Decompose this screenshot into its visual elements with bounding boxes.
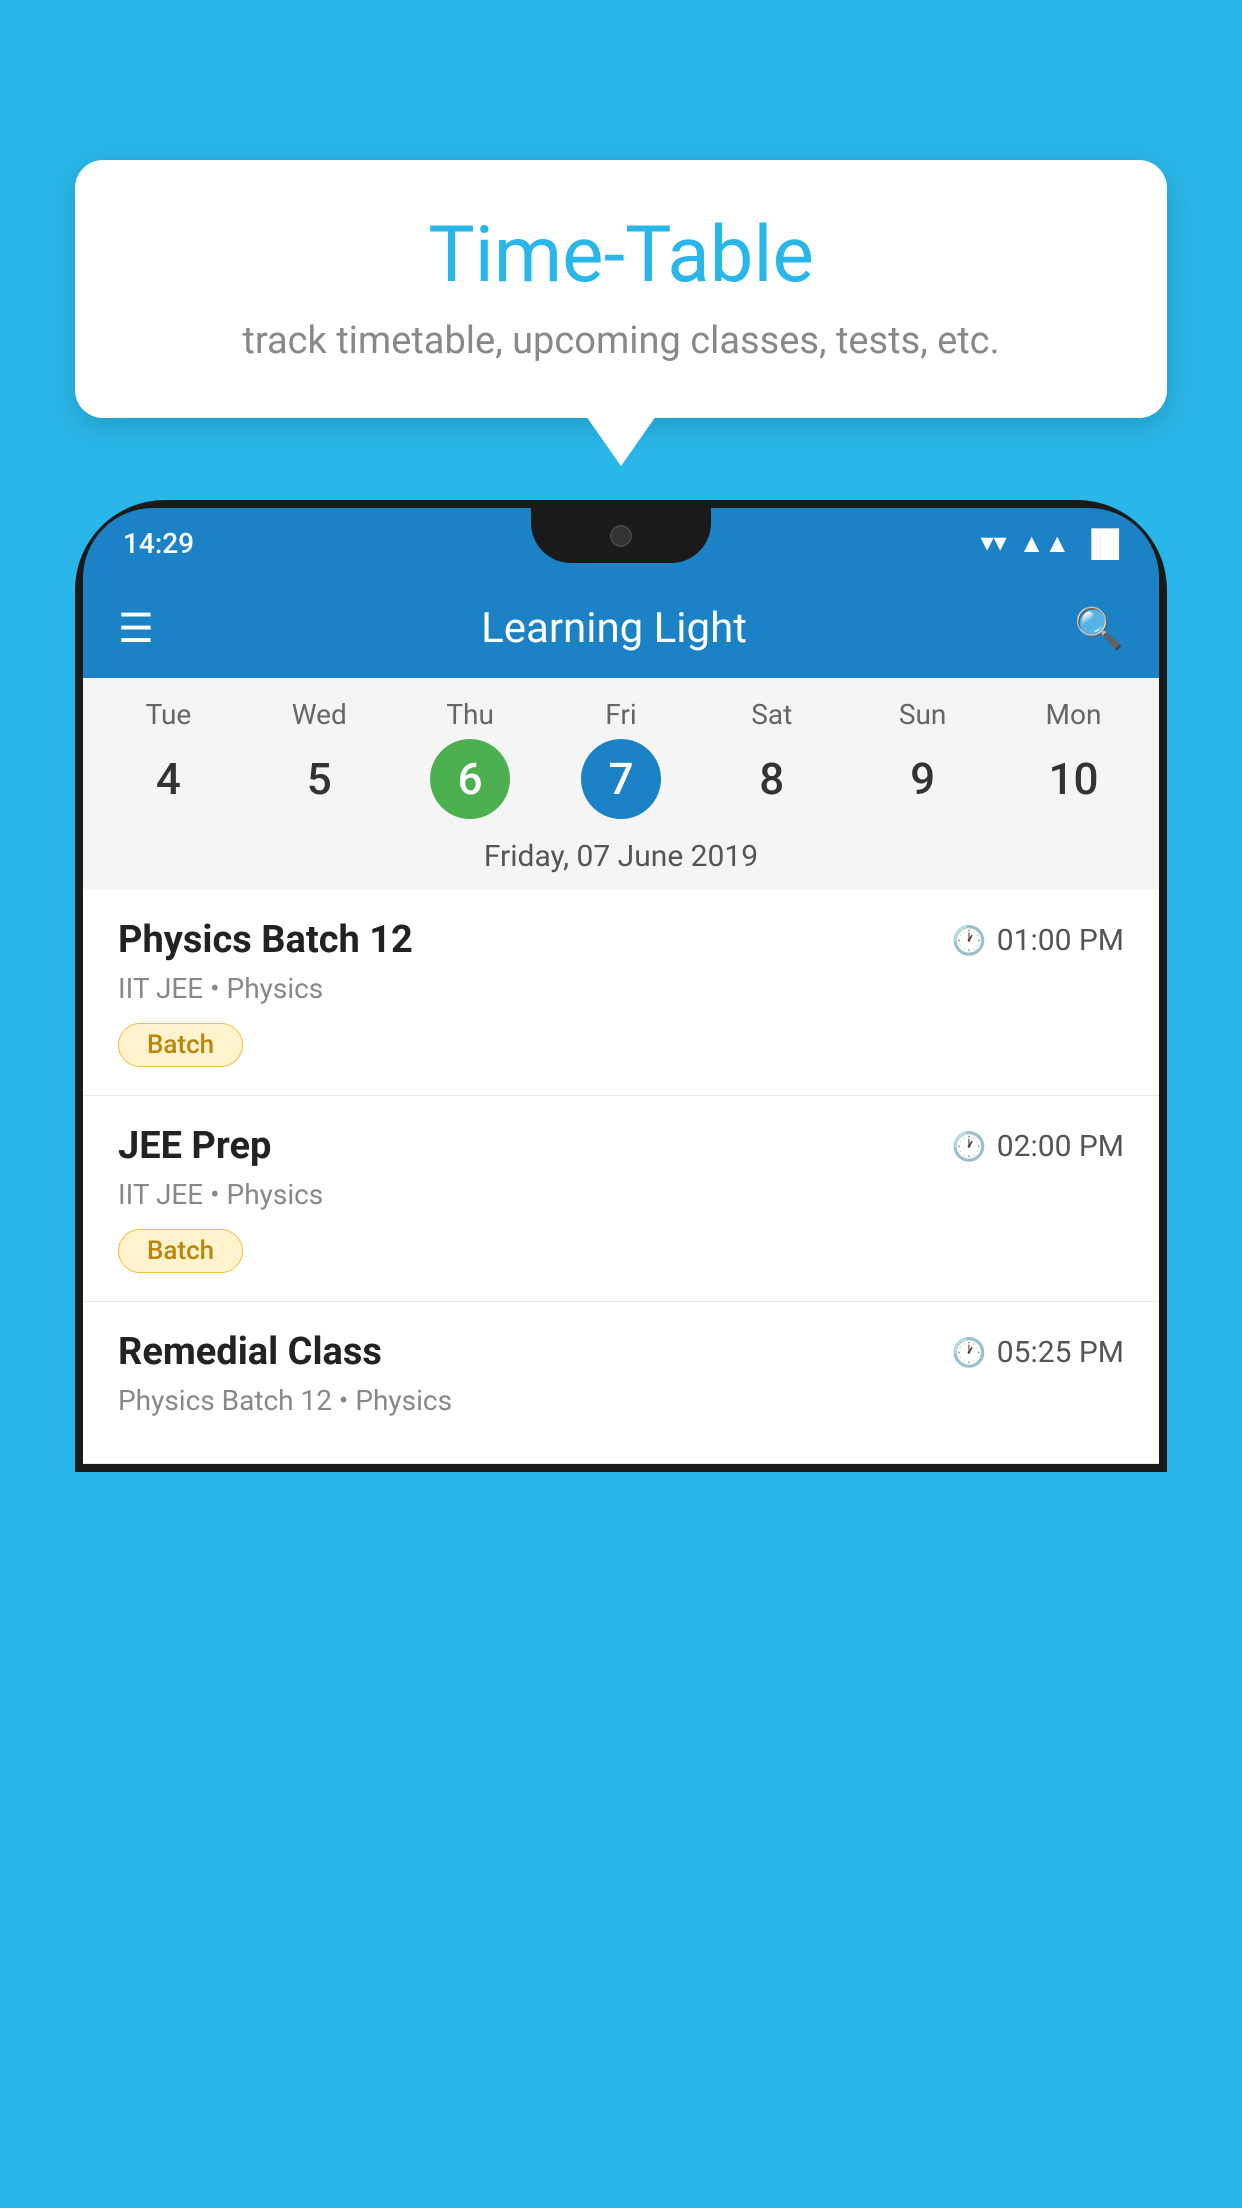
event-meta: IIT JEE • Physics [118, 1178, 1124, 1211]
day-number[interactable]: 5 [279, 739, 359, 819]
day-col-fri[interactable]: Fri 7 [561, 698, 681, 819]
bubble-subtitle: track timetable, upcoming classes, tests… [135, 319, 1107, 363]
clock-icon: 🕐 [952, 1130, 987, 1163]
status-icons: ▾▾ ▲▲ ▐█ [981, 528, 1119, 559]
event-card-top: Remedial Class 🕐 05:25 PM [118, 1330, 1124, 1374]
event-meta: Physics Batch 12 • Physics [118, 1384, 1124, 1417]
day-number[interactable]: 4 [128, 739, 208, 819]
day-name: Thu [446, 698, 494, 731]
selected-date: Friday, 07 June 2019 [83, 827, 1159, 890]
event-time-text: 01:00 PM [997, 923, 1124, 958]
event-name: Physics Batch 12 [118, 918, 413, 962]
event-time-text: 02:00 PM [997, 1129, 1124, 1164]
calendar-section: Tue 4 Wed 5 Thu 6 Fri 7 Sat 8 Sun 9 Mon 10 Friday, 07… [83, 678, 1159, 890]
day-col-thu[interactable]: Thu 6 [410, 698, 530, 819]
day-col-wed[interactable]: Wed 5 [259, 698, 379, 819]
app-bar: ☰ Learning Light 🔍 [83, 578, 1159, 678]
battery-icon: ▐█ [1082, 528, 1119, 559]
day-name: Mon [1046, 698, 1102, 731]
event-tag: Batch [118, 1023, 243, 1067]
event-card-2[interactable]: Remedial Class 🕐 05:25 PM Physics Batch 12 … [83, 1302, 1159, 1464]
day-number[interactable]: 7 [581, 739, 661, 819]
day-col-sun[interactable]: Sun 9 [863, 698, 983, 819]
camera-dot [610, 525, 632, 547]
wifi-icon: ▾▾ [981, 528, 1007, 558]
day-number[interactable]: 6 [430, 739, 510, 819]
day-name: Tue [146, 698, 192, 731]
day-name: Wed [292, 698, 347, 731]
phone-container: 14:29 ▾▾ ▲▲ ▐█ ☰ Learning Light 🔍 Tue4W [75, 500, 1167, 2208]
day-col-sat[interactable]: Sat 8 [712, 698, 832, 819]
clock-icon: 🕐 [952, 924, 987, 957]
phone-inner: ☰ Learning Light 🔍 Tue4Wed5Thu6Fri7Sat8S… [83, 578, 1159, 1464]
phone-outer: 14:29 ▾▾ ▲▲ ▐█ ☰ Learning Light 🔍 Tue4W [75, 500, 1167, 1472]
events-list: Physics Batch 12 🕐 01:00 PM IIT JEE • Physi… [83, 890, 1159, 1464]
event-time: 🕐 02:00 PM [952, 1129, 1124, 1164]
day-number[interactable]: 8 [732, 739, 812, 819]
event-tag: Batch [118, 1229, 243, 1273]
event-card-0[interactable]: Physics Batch 12 🕐 01:00 PM IIT JEE • Physi… [83, 890, 1159, 1096]
day-name: Sat [751, 698, 792, 731]
day-name: Fri [605, 698, 636, 731]
notch [531, 508, 711, 563]
app-bar-title: Learning Light [179, 604, 1049, 653]
hamburger-icon[interactable]: ☰ [118, 605, 154, 652]
search-icon[interactable]: 🔍 [1074, 605, 1124, 652]
event-card-top: Physics Batch 12 🕐 01:00 PM [118, 918, 1124, 962]
day-col-tue[interactable]: Tue 4 [108, 698, 228, 819]
event-meta: IIT JEE • Physics [118, 972, 1124, 1005]
clock-icon: 🕐 [952, 1336, 987, 1369]
event-time-text: 05:25 PM [997, 1335, 1124, 1370]
speech-bubble: Time-Table track timetable, upcoming cla… [75, 160, 1167, 418]
event-time: 🕐 01:00 PM [952, 923, 1124, 958]
event-name: JEE Prep [118, 1124, 271, 1168]
day-number[interactable]: 9 [883, 739, 963, 819]
signal-icon: ▲▲ [1019, 528, 1070, 559]
event-name: Remedial Class [118, 1330, 382, 1374]
day-col-mon[interactable]: Mon 10 [1013, 698, 1133, 819]
day-name: Sun [899, 698, 947, 731]
status-time: 14:29 [123, 527, 194, 560]
event-card-1[interactable]: JEE Prep 🕐 02:00 PM IIT JEE • Physics Batch [83, 1096, 1159, 1302]
day-number[interactable]: 10 [1033, 739, 1113, 819]
status-bar: 14:29 ▾▾ ▲▲ ▐█ [83, 508, 1159, 578]
event-card-top: JEE Prep 🕐 02:00 PM [118, 1124, 1124, 1168]
bubble-title: Time-Table [135, 210, 1107, 301]
event-time: 🕐 05:25 PM [952, 1335, 1124, 1370]
days-row: Tue 4 Wed 5 Thu 6 Fri 7 Sat 8 Sun 9 Mon 10 [83, 678, 1159, 827]
